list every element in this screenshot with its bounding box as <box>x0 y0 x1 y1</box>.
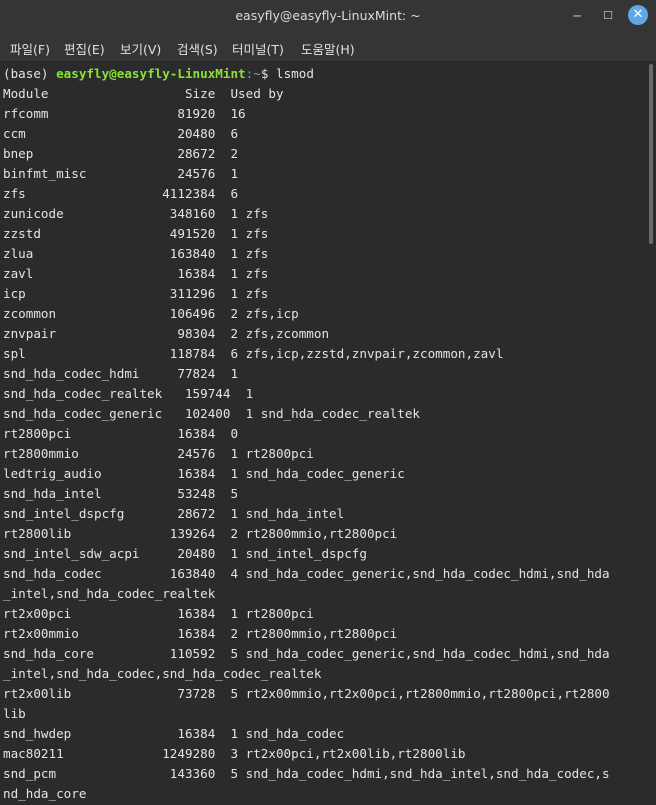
output-line: rt2800lib 139264 2 rt2800mmio,rt2800pci <box>3 526 398 541</box>
output-header-line: Module Size Used by <box>3 86 284 101</box>
output-line: mac80211 1249280 3 rt2x00pci,rt2x00lib,r… <box>3 746 466 761</box>
minimize-icon[interactable]: ─ <box>566 5 588 27</box>
output-line: rt2800mmio 24576 1 rt2800pci <box>3 446 314 461</box>
output-line: rt2800pci 16384 0 <box>3 426 239 441</box>
prompt-path: :~ <box>245 66 261 81</box>
prompt-user-host: easyfly@easyfly-LinuxMint <box>56 66 246 81</box>
menu-file[interactable]: 파일(F) <box>10 39 50 58</box>
output-line: rt2x00mmio 16384 2 rt2800mmio,rt2800pci <box>3 626 398 641</box>
output-line: bnep 28672 2 <box>3 146 239 161</box>
prompt-symbol: $ <box>260 66 276 81</box>
output-line: zzstd 491520 1 zfs <box>3 226 269 241</box>
scrollbar[interactable] <box>646 62 656 805</box>
output-line: snd_intel_dspcfg 28672 1 snd_hda_intel <box>3 506 345 521</box>
output-line: zlua 163840 1 zfs <box>3 246 269 261</box>
output-line: zfs 4112384 6 <box>3 186 239 201</box>
output-line: _intel,snd_hda_codec,snd_hda_codec_realt… <box>3 666 322 681</box>
menu-edit[interactable]: 편집(E) <box>64 39 105 58</box>
output-line: snd_hwdep 16384 1 snd_hda_codec <box>3 726 345 741</box>
output-line: icp 311296 1 zfs <box>3 286 269 301</box>
maximize-icon[interactable]: ☐ <box>597 5 619 27</box>
output-line: _intel,snd_hda_codec_realtek <box>3 586 216 601</box>
output-line: snd_hda_codec_hdmi 77824 1 <box>3 366 239 381</box>
menu-bar: 파일(F) 편집(E) 보기(V) 검색(S) 터미널(T) 도움말(H) <box>0 32 656 62</box>
output-line: lib <box>3 706 26 721</box>
output-line: zavl 16384 1 zfs <box>3 266 269 281</box>
window-title: easyfly@easyfly-LinuxMint: ~ <box>235 8 421 23</box>
output-line: snd_hda_codec 163840 4 snd_hda_codec_gen… <box>3 566 610 581</box>
output-line: znvpair 98304 2 zfs,zcommon <box>3 326 330 341</box>
menu-help[interactable]: 도움말(H) <box>301 39 355 58</box>
title-bar[interactable]: easyfly@easyfly-LinuxMint: ~ ─ ☐ ✕ <box>0 0 656 32</box>
output-line: nd_hda_core <box>3 786 87 801</box>
output-line: zunicode 348160 1 zfs <box>3 206 269 221</box>
menu-search[interactable]: 검색(S) <box>177 39 218 58</box>
terminal-window: easyfly@easyfly-LinuxMint: ~ ─ ☐ ✕ 파일(F)… <box>0 0 656 805</box>
close-icon[interactable]: ✕ <box>628 5 648 25</box>
scrollbar-thumb[interactable] <box>649 64 653 244</box>
output-line: ledtrig_audio 16384 1 snd_hda_codec_gene… <box>3 466 405 481</box>
output-line: spl 118784 6 zfs,icp,zzstd,znvpair,zcomm… <box>3 346 504 361</box>
output-line: rt2x00lib 73728 5 rt2x00mmio,rt2x00pci,r… <box>3 686 610 701</box>
output-line: snd_intel_sdw_acpi 20480 1 snd_intel_dsp… <box>3 546 367 561</box>
output-line: zcommon 106496 2 zfs,icp <box>3 306 299 321</box>
menu-terminal[interactable]: 터미널(T) <box>232 39 284 58</box>
menu-view[interactable]: 보기(V) <box>120 39 161 58</box>
output-line: ccm 20480 6 <box>3 126 239 141</box>
output-line: snd_hda_core 110592 5 snd_hda_codec_gene… <box>3 646 610 661</box>
output-line: binfmt_misc 24576 1 <box>3 166 239 181</box>
prompt-line: (base) easyfly@easyfly-LinuxMint:~$ lsmo… <box>3 64 314 84</box>
terminal-output[interactable]: (base) easyfly@easyfly-LinuxMint:~$ lsmo… <box>0 62 646 805</box>
output-line: rfcomm 81920 16 <box>3 106 246 121</box>
output-line: snd_pcm 143360 5 snd_hda_codec_hdmi,snd_… <box>3 766 610 781</box>
output-line: rt2x00pci 16384 1 rt2800pci <box>3 606 314 621</box>
output-line: snd_hda_codec_generic 102400 1 snd_hda_c… <box>3 406 421 421</box>
output-line: snd_hda_codec_realtek 159744 1 <box>3 386 254 401</box>
prompt-env: (base) <box>3 66 57 81</box>
output-line: snd_hda_intel 53248 5 <box>3 486 239 501</box>
prompt-command: lsmod <box>275 66 314 81</box>
